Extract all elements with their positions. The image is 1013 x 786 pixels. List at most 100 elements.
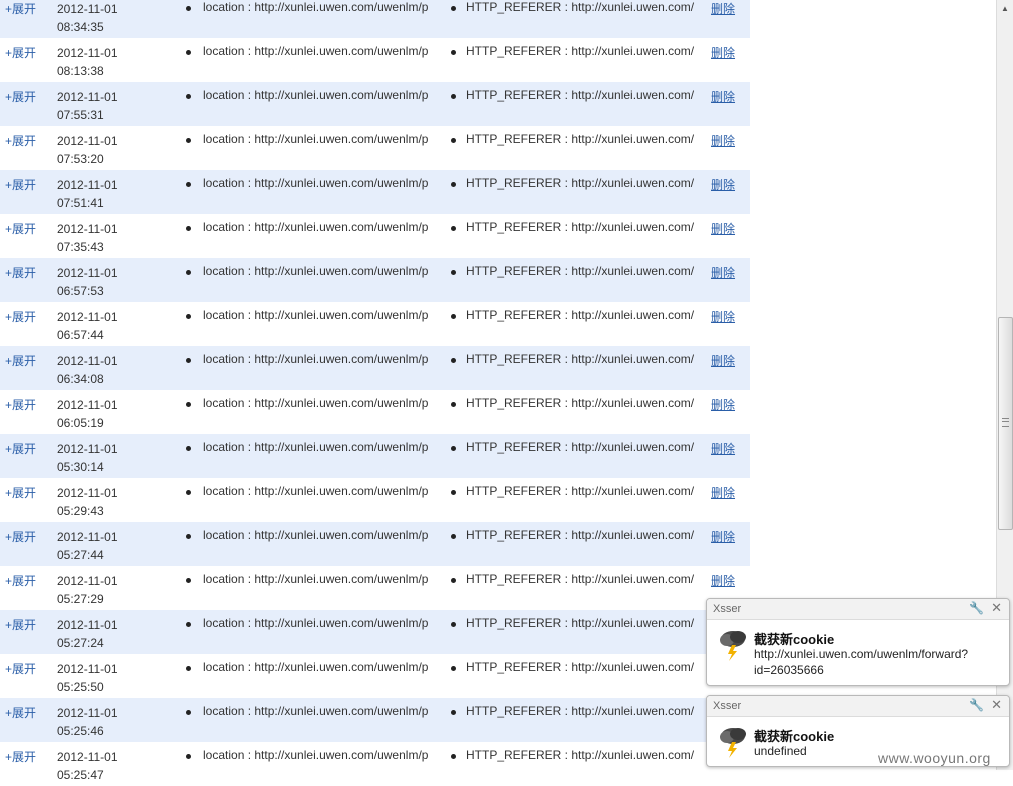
- timestamp-time: 07:53:20: [57, 152, 104, 166]
- referer-value: HTTP_REFERER : http://xunlei.uwen.com/: [466, 88, 695, 102]
- location-value: location : http://xunlei.uwen.com/uwenlm…: [203, 704, 429, 718]
- referer-value: HTTP_REFERER : http://xunlei.uwen.com/: [466, 440, 695, 454]
- expand-link[interactable]: +展开: [5, 132, 36, 149]
- timestamp-date: 2012-11-01: [57, 310, 118, 324]
- timestamp-date: 2012-11-01: [57, 750, 118, 764]
- bullet-icon: [186, 50, 191, 55]
- timestamp-date: 2012-11-01: [57, 46, 118, 60]
- bullet-icon: [451, 270, 456, 275]
- scroll-thumb[interactable]: [998, 317, 1013, 530]
- expand-link[interactable]: +展开: [5, 308, 36, 325]
- bullet-icon: [451, 50, 456, 55]
- delete-link[interactable]: 删除: [711, 0, 735, 17]
- timestamp-time: 05:25:50: [57, 680, 104, 694]
- expand-link[interactable]: +展开: [5, 44, 36, 61]
- delete-link[interactable]: 删除: [711, 176, 735, 193]
- timestamp-time: 05:27:44: [57, 548, 104, 562]
- delete-link[interactable]: 删除: [711, 308, 735, 325]
- table-row: +展开 2012-11-01 07:55:31 location : http://x…: [0, 82, 750, 126]
- delete-link[interactable]: 删除: [711, 484, 735, 501]
- delete-link[interactable]: 删除: [711, 572, 735, 589]
- expand-link[interactable]: +展开: [5, 616, 36, 633]
- location-value: location : http://xunlei.uwen.com/uwenlm…: [203, 440, 429, 454]
- close-icon[interactable]: ✕: [991, 600, 1002, 616]
- timestamp-date: 2012-11-01: [57, 2, 118, 16]
- referer-value: HTTP_REFERER : http://xunlei.uwen.com/: [466, 528, 695, 542]
- timestamp: 2012-11-01 05:25:50: [57, 660, 167, 696]
- expand-link[interactable]: +展开: [5, 440, 36, 457]
- table-row: +展开 2012-11-01 05:25:46 location : http://x…: [0, 698, 750, 742]
- referer-value: HTTP_REFERER : http://xunlei.uwen.com/: [466, 396, 695, 410]
- table-row: +展开 2012-11-01 06:34:08 location : http://x…: [0, 346, 750, 390]
- delete-link[interactable]: 删除: [711, 132, 735, 149]
- timestamp-date: 2012-11-01: [57, 574, 118, 588]
- scroll-up-icon[interactable]: ▲: [997, 0, 1013, 17]
- timestamp: 2012-11-01 05:30:14: [57, 440, 167, 476]
- bullet-icon: [451, 94, 456, 99]
- referer-value: HTTP_REFERER : http://xunlei.uwen.com/: [466, 748, 695, 762]
- expand-link[interactable]: +展开: [5, 264, 36, 281]
- delete-link[interactable]: 删除: [711, 264, 735, 281]
- timestamp-date: 2012-11-01: [57, 618, 118, 632]
- expand-link[interactable]: +展开: [5, 660, 36, 677]
- delete-link[interactable]: 删除: [711, 88, 735, 105]
- table-row: +展开 2012-11-01 07:53:20 location : http://x…: [0, 126, 750, 170]
- expand-link[interactable]: +展开: [5, 484, 36, 501]
- table-row: +展开 2012-11-01 08:34:35 location : http://x…: [0, 0, 750, 38]
- timestamp-time: 07:55:31: [57, 108, 104, 122]
- timestamp-time: 05:25:47: [57, 768, 104, 782]
- xss-log-table: +展开 2012-11-01 08:34:35 location : http://x…: [0, 0, 750, 786]
- delete-link[interactable]: 删除: [711, 396, 735, 413]
- location-value: location : http://xunlei.uwen.com/uwenlm…: [203, 264, 429, 278]
- bullet-icon: [186, 754, 191, 759]
- notification-body: http://xunlei.uwen.com/uwenlm/forward?id…: [754, 647, 969, 677]
- bullet-icon: [186, 270, 191, 275]
- expand-link[interactable]: +展开: [5, 352, 36, 369]
- timestamp: 2012-11-01 07:35:43: [57, 220, 167, 256]
- timestamp-time: 05:29:43: [57, 504, 104, 518]
- expand-link[interactable]: +展开: [5, 176, 36, 193]
- expand-link[interactable]: +展开: [5, 528, 36, 545]
- notification-cookie-captured[interactable]: Xsser 🔧 ✕ 截获新cookie http://xunlei.uwen.c…: [706, 598, 1010, 686]
- location-value: location : http://xunlei.uwen.com/uwenlm…: [203, 132, 429, 146]
- bullet-icon: [186, 490, 191, 495]
- bullet-icon: [186, 578, 191, 583]
- delete-link[interactable]: 删除: [711, 440, 735, 457]
- expand-link[interactable]: +展开: [5, 396, 36, 413]
- referer-value: HTTP_REFERER : http://xunlei.uwen.com/: [466, 0, 695, 14]
- location-value: location : http://xunlei.uwen.com/uwenlm…: [203, 176, 429, 190]
- expand-link[interactable]: +展开: [5, 88, 36, 105]
- timestamp: 2012-11-01 06:05:19: [57, 396, 167, 432]
- table-row: +展开 2012-11-01 06:57:53 location : http://x…: [0, 258, 750, 302]
- bullet-icon: [451, 622, 456, 627]
- expand-link[interactable]: +展开: [5, 572, 36, 589]
- expand-link[interactable]: +展开: [5, 0, 36, 17]
- table-row: +展开 2012-11-01 05:29:43 location : http://x…: [0, 478, 750, 522]
- expand-link[interactable]: +展开: [5, 704, 36, 721]
- expand-link[interactable]: +展开: [5, 220, 36, 237]
- referer-value: HTTP_REFERER : http://xunlei.uwen.com/: [466, 704, 695, 718]
- timestamp-date: 2012-11-01: [57, 178, 118, 192]
- referer-value: HTTP_REFERER : http://xunlei.uwen.com/: [466, 176, 695, 190]
- timestamp-time: 08:13:38: [57, 64, 104, 78]
- wrench-icon[interactable]: 🔧: [969, 601, 984, 615]
- bullet-icon: [186, 666, 191, 671]
- table-row: +展开 2012-11-01 05:25:47 location : http://x…: [0, 742, 750, 786]
- wrench-icon[interactable]: 🔧: [969, 698, 984, 712]
- referer-value: HTTP_REFERER : http://xunlei.uwen.com/: [466, 132, 695, 146]
- delete-link[interactable]: 删除: [711, 528, 735, 545]
- expand-link[interactable]: +展开: [5, 748, 36, 765]
- timestamp: 2012-11-01 06:57:44: [57, 308, 167, 344]
- delete-link[interactable]: 删除: [711, 352, 735, 369]
- close-icon[interactable]: ✕: [991, 697, 1002, 713]
- bullet-icon: [186, 358, 191, 363]
- location-value: location : http://xunlei.uwen.com/uwenlm…: [203, 352, 429, 366]
- bullet-icon: [186, 446, 191, 451]
- table-row: +展开 2012-11-01 08:13:38 location : http://x…: [0, 38, 750, 82]
- notification-header: Xsser 🔧 ✕: [707, 696, 1009, 717]
- delete-link[interactable]: 删除: [711, 220, 735, 237]
- timestamp-time: 06:57:53: [57, 284, 104, 298]
- delete-link[interactable]: 删除: [711, 44, 735, 61]
- referer-value: HTTP_REFERER : http://xunlei.uwen.com/: [466, 660, 695, 674]
- timestamp: 2012-11-01 05:27:24: [57, 616, 167, 652]
